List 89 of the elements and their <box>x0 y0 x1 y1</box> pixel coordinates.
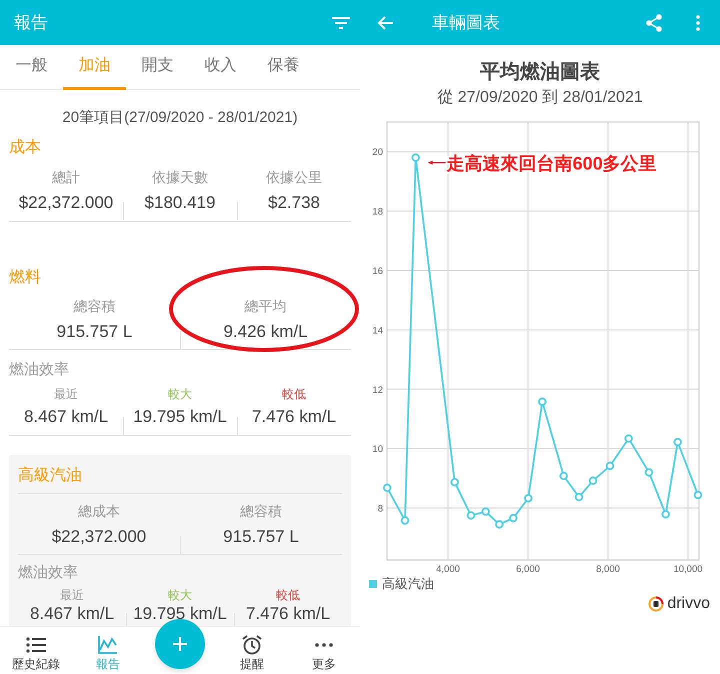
stat-value: $180.419 <box>144 192 216 214</box>
stat-label: 總容積 <box>240 502 282 521</box>
tab[interactable]: 保養 <box>252 45 315 90</box>
nav-item[interactable]: 更多 <box>288 627 360 674</box>
x-tick-label: 8,000 <box>596 564 620 575</box>
y-tick-label: 18 <box>372 206 383 218</box>
x-tick-label: 10,000 <box>673 564 703 575</box>
stat-label: 依據天數 <box>152 168 208 187</box>
efficiency-label: 最近 <box>60 587 84 603</box>
stat-label: 依據公里 <box>266 168 322 187</box>
annotation-label: 走高速來回台南600多公里 <box>446 154 657 174</box>
data-point <box>574 492 584 502</box>
stat-label: 總平均 <box>244 297 286 316</box>
filter-icon[interactable] <box>332 16 350 30</box>
stat-value: $2.738 <box>268 192 320 214</box>
efficiency-label: 較低 <box>276 587 300 603</box>
data-point <box>524 494 533 502</box>
app-bar-title: 報告 <box>14 12 48 34</box>
stat-label: 總容積 <box>74 297 116 316</box>
stat-value: $22,372.000 <box>18 192 114 214</box>
tab[interactable]: 一般 <box>0 45 63 90</box>
y-tick-label: 10 <box>372 444 383 456</box>
summary-text: 20筆項目(27/09/2020 - 28/01/2021) <box>61 108 299 128</box>
chart-title: 平均燃油圖表 <box>479 60 601 85</box>
efficiency-value: 19.795 km/L <box>133 604 227 624</box>
section-subtitle: 燃油效率 <box>9 360 70 380</box>
back-icon[interactable] <box>377 16 393 30</box>
annotation-arrow <box>428 160 446 165</box>
data-point <box>588 476 598 485</box>
efficiency-value: 19.795 km/L <box>133 406 227 428</box>
data-point <box>673 438 682 446</box>
efficiency-label: 較大 <box>168 386 192 402</box>
efficiency-value: 7.476 km/L <box>252 406 336 428</box>
data-point <box>624 434 633 443</box>
more-icon <box>315 643 333 647</box>
brand-name: drivvo <box>667 595 710 613</box>
line-chart-icon <box>98 636 118 654</box>
tab[interactable]: 開支 <box>126 45 189 90</box>
data-point <box>644 468 654 477</box>
stat-value: 9.426 km/L <box>223 321 308 343</box>
data-point <box>661 510 670 518</box>
section-title: 燃料 <box>9 268 42 288</box>
plus-icon <box>173 637 187 651</box>
data-point <box>694 490 702 500</box>
efficiency-label: 最近 <box>54 386 78 402</box>
y-tick-label: 14 <box>372 325 383 336</box>
stat-label: 總成本 <box>78 502 120 521</box>
efficiency-label: 較大 <box>168 587 192 603</box>
data-point <box>538 398 547 406</box>
y-tick-label: 20 <box>372 147 383 158</box>
legend-label: 高級汽油 <box>382 575 434 594</box>
data-point <box>383 484 392 492</box>
data-point <box>559 472 568 480</box>
data-point <box>450 478 459 486</box>
nav-item[interactable]: 報告 <box>72 627 144 674</box>
y-tick-label: 8 <box>378 504 383 515</box>
efficiency-value: 8.467 km/L <box>24 406 108 428</box>
logo-icon <box>648 596 664 612</box>
efficiency-label: 較低 <box>282 386 306 402</box>
stat-value: 915.757 L <box>56 321 132 343</box>
data-point <box>466 511 476 520</box>
data-point <box>411 153 420 162</box>
stat-value: 915.757 L <box>223 526 299 548</box>
nav-item[interactable]: 提醒 <box>216 627 288 674</box>
efficiency-value: 7.476 km/L <box>246 604 330 624</box>
app-bar-title: 車輛圖表 <box>432 12 501 34</box>
stat-label: 總計 <box>52 168 80 187</box>
y-tick-label: 16 <box>372 266 383 277</box>
section-title: 高級汽油 <box>18 455 342 494</box>
data-point <box>400 516 410 525</box>
section-title: 成本 <box>9 138 42 158</box>
tab[interactable]: 收入 <box>189 45 252 90</box>
data-point <box>481 507 490 516</box>
add-button[interactable] <box>155 619 205 669</box>
more-icon[interactable] <box>696 14 700 30</box>
share-icon[interactable] <box>646 14 662 32</box>
chart-subtitle: 從 27/09/2020 到 28/01/2021 <box>436 88 644 108</box>
section-subtitle: 燃油效率 <box>18 563 79 583</box>
list-icon <box>26 637 46 653</box>
nav-item[interactable]: 歷史紀錄 <box>0 627 72 674</box>
data-point <box>606 462 614 470</box>
x-tick-label: 6,000 <box>516 564 540 575</box>
alarm-clock-icon <box>242 635 262 655</box>
efficiency-value: 8.467 km/L <box>30 604 114 624</box>
x-tick-label: 4,000 <box>436 564 460 575</box>
data-point <box>509 514 518 522</box>
y-tick-label: 12 <box>372 384 383 396</box>
data-point <box>495 520 504 529</box>
stat-value: $22,372.000 <box>52 526 146 548</box>
